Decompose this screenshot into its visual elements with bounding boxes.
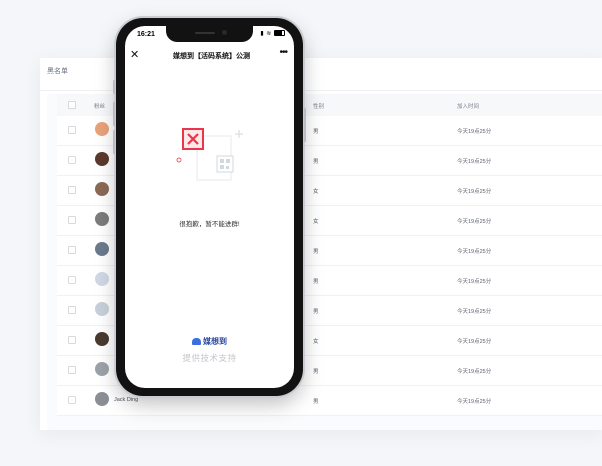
column-header-fans: 粉丝	[94, 104, 106, 110]
wechat-navbar: ✕ 媒想到【活码系统】公测 •••	[125, 46, 294, 68]
close-icon[interactable]: ✕	[130, 48, 139, 61]
brand-icon	[192, 338, 201, 345]
gender-cell: 女	[313, 219, 319, 225]
page-title: 媒想到【活码系统】公测	[173, 53, 250, 60]
gender-cell: 女	[313, 189, 319, 195]
row-checkbox[interactable]	[68, 336, 76, 344]
row-checkbox[interactable]	[68, 246, 76, 254]
phone-volume-down	[113, 130, 115, 154]
wifi-icon: ≋	[266, 31, 272, 37]
brand-name: 媒想到	[203, 337, 227, 346]
avatar	[95, 182, 109, 196]
front-camera	[222, 30, 227, 35]
row-checkbox[interactable]	[68, 216, 76, 224]
select-all-checkbox[interactable]	[68, 101, 76, 109]
row-checkbox[interactable]	[68, 156, 76, 164]
error-message: 很抱歉，暂不能进群!	[179, 221, 240, 228]
avatar	[95, 272, 109, 286]
brand-logo: 媒想到	[125, 336, 294, 347]
join-time-cell: 今天19点25分	[457, 219, 492, 225]
avatar	[95, 302, 109, 316]
join-time-cell: 今天19点25分	[457, 159, 492, 165]
avatar	[95, 122, 109, 136]
speaker-grille	[195, 32, 215, 34]
status-time: 16:21	[137, 31, 155, 38]
phone-side-button	[113, 80, 115, 94]
row-checkbox[interactable]	[68, 366, 76, 374]
phone-mockup: 16:21 ▮ ≋ ✕ 媒想到【活码系统】公测 ••• 很抱歉，暂不能进群! 媒…	[113, 18, 306, 396]
avatar	[95, 242, 109, 256]
row-checkbox[interactable]	[68, 396, 76, 404]
tech-support-text: 提供技术支持	[182, 353, 237, 363]
join-time-cell: 今天19点25分	[457, 399, 492, 405]
join-time-cell: 今天19点25分	[457, 309, 492, 315]
join-time-cell: 今天19点25分	[457, 339, 492, 345]
gender-cell: 男	[313, 279, 319, 285]
qr-code-icon	[216, 155, 234, 173]
gender-cell: 女	[313, 339, 319, 345]
row-checkbox[interactable]	[68, 306, 76, 314]
more-icon[interactable]: •••	[279, 47, 287, 58]
phone-notch	[166, 26, 253, 42]
gender-cell: 男	[313, 249, 319, 255]
join-time-cell: 今天19点25分	[457, 279, 492, 285]
avatar	[95, 332, 109, 346]
avatar	[95, 392, 109, 406]
gender-cell: 男	[313, 369, 319, 375]
phone-screen: 16:21 ▮ ≋ ✕ 媒想到【活码系统】公测 ••• 很抱歉，暂不能进群! 媒…	[125, 26, 294, 388]
dot-decoration	[176, 157, 182, 163]
column-header-gender: 性别	[313, 104, 325, 110]
avatar	[95, 152, 109, 166]
battery-icon	[274, 30, 285, 37]
gender-cell: 男	[313, 309, 319, 315]
gender-cell: 男	[313, 399, 319, 405]
avatar	[95, 212, 109, 226]
status-icons: ▮ ≋	[260, 30, 285, 37]
phone-power-button	[304, 108, 306, 142]
row-checkbox[interactable]	[68, 276, 76, 284]
join-time-cell: 今天19点25分	[457, 129, 492, 135]
gender-cell: 男	[313, 159, 319, 165]
gender-cell: 男	[313, 129, 319, 135]
signal-icon: ▮	[260, 31, 265, 37]
join-time-cell: 今天19点25分	[457, 189, 492, 195]
phone-volume-up	[113, 102, 115, 126]
avatar	[95, 362, 109, 376]
join-time-cell: 今天19点25分	[457, 369, 492, 375]
fan-name: Jack Ding	[114, 397, 139, 403]
column-header-time: 加入时间	[457, 104, 480, 110]
row-checkbox[interactable]	[68, 126, 76, 134]
join-time-cell: 今天19点25分	[457, 249, 492, 255]
error-illustration	[176, 128, 243, 181]
row-checkbox[interactable]	[68, 186, 76, 194]
